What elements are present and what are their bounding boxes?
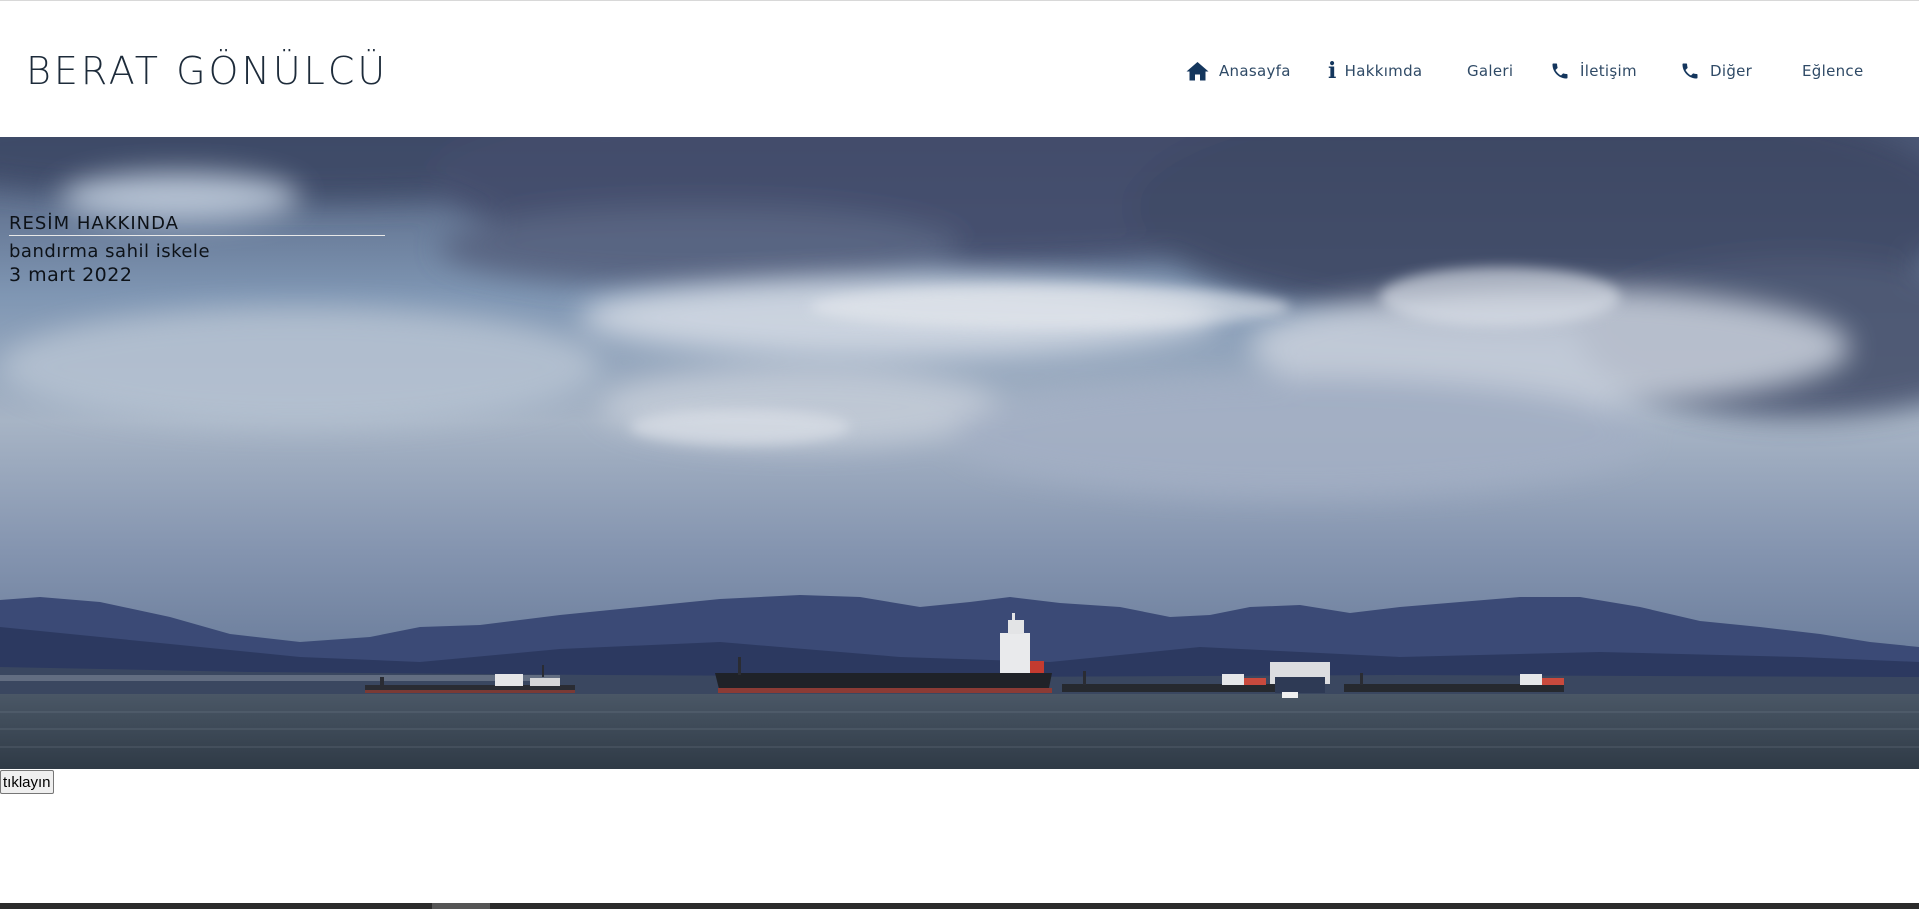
nav-item-hakkimda[interactable]: i Hakkımda bbox=[1328, 57, 1422, 85]
caption-title: RESİM HAKKINDA bbox=[9, 213, 385, 236]
phone-icon bbox=[1550, 61, 1570, 81]
caption-date: 3 mart 2022 bbox=[9, 264, 133, 286]
nav-item-galeri[interactable]: Galeri bbox=[1467, 57, 1513, 85]
scrollbar-thumb[interactable] bbox=[432, 903, 490, 909]
click-button[interactable]: tıklayın bbox=[0, 770, 54, 794]
nav-label-diger: Diğer bbox=[1710, 62, 1753, 80]
info-icon: i bbox=[1328, 58, 1337, 84]
caption-location: bandırma sahil iskele bbox=[9, 241, 211, 262]
nav-item-eglence[interactable]: Eğlence bbox=[1802, 57, 1863, 85]
image-caption: RESİM HAKKINDA bandırma sahil iskele 3 m… bbox=[9, 213, 385, 286]
site-logo-title[interactable]: BERAT GÖNÜLCÜ bbox=[26, 49, 388, 93]
nav-label-galeri: Galeri bbox=[1467, 62, 1514, 80]
nav-label-iletisim: İletişim bbox=[1580, 62, 1637, 80]
nav-item-diger[interactable]: Diğer bbox=[1680, 57, 1752, 85]
hero-photo-section: RESİM HAKKINDA bandırma sahil iskele 3 m… bbox=[0, 137, 1919, 769]
main-nav: Anasayfa i Hakkımda Galeri İletişim Diğe… bbox=[1180, 57, 1879, 87]
nav-item-anasayfa[interactable]: Anasayfa bbox=[1186, 57, 1291, 85]
nav-label-eglence: Eğlence bbox=[1802, 62, 1864, 80]
phone-icon bbox=[1680, 61, 1700, 81]
nav-label-hakkimda: Hakkımda bbox=[1344, 62, 1423, 80]
nav-label-anasayfa: Anasayfa bbox=[1219, 62, 1291, 80]
horizontal-scrollbar[interactable] bbox=[0, 903, 1919, 909]
nav-item-iletisim[interactable]: İletişim bbox=[1550, 57, 1637, 85]
home-icon bbox=[1186, 61, 1209, 81]
site-header: BERAT GÖNÜLCÜ Anasayfa i Hakkımda Galeri… bbox=[0, 1, 1919, 137]
